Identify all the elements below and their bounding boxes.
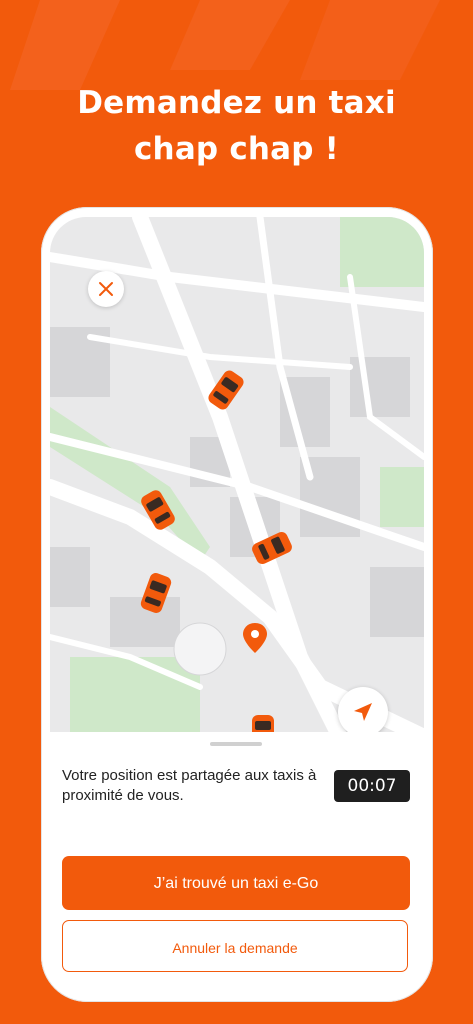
elapsed-timer: 00:07 (334, 770, 410, 802)
sheet-drag-handle[interactable] (210, 742, 262, 746)
headline-line-2: chap chap ! (133, 131, 340, 167)
found-taxi-button[interactable]: J’ai trouvé un taxi e-Go (62, 856, 410, 910)
close-icon (99, 282, 113, 296)
recenter-location-button[interactable] (338, 687, 388, 737)
phone-screen: Votre position est partagée aux taxis à … (50, 217, 424, 992)
bottom-sheet: Votre position est partagée aux taxis à … (50, 732, 424, 992)
position-shared-text: Votre position est partagée aux taxis à … (62, 767, 317, 804)
cancel-request-button[interactable]: Annuler la demande (62, 920, 408, 972)
close-button[interactable] (88, 271, 124, 307)
navigation-arrow-icon (354, 703, 372, 721)
headline: Demandez un taxi chap chap ! (0, 80, 473, 172)
headline-line-1: Demandez un taxi (77, 85, 396, 121)
